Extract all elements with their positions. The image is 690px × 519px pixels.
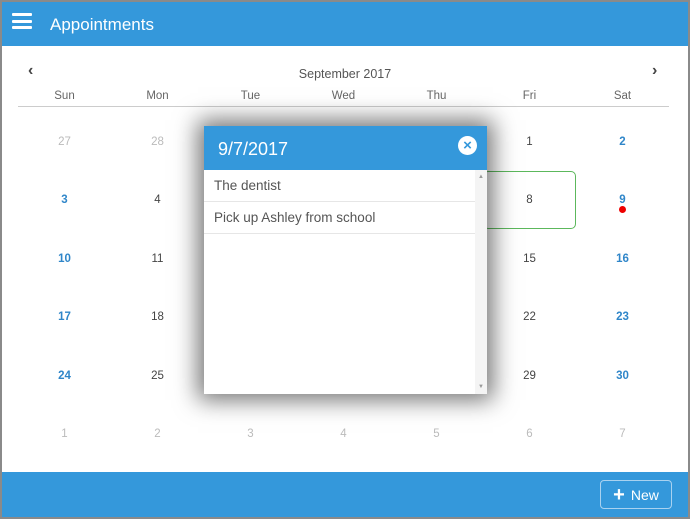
hamburger-icon[interactable] [12,13,32,29]
day-number: 15 [523,252,536,265]
weekday-header: Tue [240,90,261,102]
day-number: 4 [340,428,347,440]
app-window: Appointments ‹ › September 2017 Sun Mon Tu… [2,2,688,517]
day-cell[interactable]: 22 [483,288,576,346]
app-footer: + New [2,472,688,517]
app-header: Appointments [2,2,688,46]
day-number: 8 [526,194,533,207]
day-number: 2 [619,136,626,148]
day-cell[interactable]: 25 [111,347,204,405]
day-cell[interactable]: 16 [576,230,669,288]
day-cell[interactable]: 29 [483,347,576,405]
divider [18,106,669,107]
day-cell[interactable]: 30 [576,347,669,405]
day-cell[interactable]: 5 [390,405,483,463]
new-button[interactable]: + New [600,480,672,509]
month-label: September 2017 [298,67,392,81]
day-number: 2 [154,428,161,440]
day-cell[interactable]: 18 [111,288,204,346]
day-cell[interactable]: 15 [483,230,576,288]
day-cell[interactable]: 2 [576,113,669,171]
day-cell[interactable]: 9 [576,171,669,229]
day-cell[interactable]: 4 [111,171,204,229]
day-number: 1 [61,428,68,440]
appointment-item[interactable]: Pick up Ashley from school [204,202,475,234]
weekday-header: Fri [522,90,537,102]
scrollbar[interactable]: ▲ ▼ [475,170,487,394]
day-cell[interactable]: 1 [18,405,111,463]
weekday-header: Sat [613,90,632,102]
appointment-item[interactable]: The dentist [204,170,475,202]
day-cell[interactable]: 8 [483,171,576,230]
day-number: 17 [58,311,71,324]
day-number: 1 [526,136,533,148]
day-number: 28 [151,136,164,148]
weekday-header: Wed [331,90,356,102]
day-number: 5 [433,428,440,440]
day-cell[interactable]: 7 [576,405,669,463]
day-cell[interactable]: 2 [111,405,204,463]
day-number: 25 [151,369,164,382]
page-title: Appointments [50,15,154,34]
day-number: 30 [616,369,629,382]
day-cell[interactable]: 6 [483,405,576,463]
day-number: 4 [154,194,161,207]
weekday-header: Mon [146,90,169,102]
day-cell[interactable]: 17 [18,288,111,346]
day-number: 23 [616,311,629,324]
popup-title: 9/7/2017 [218,139,289,159]
day-number: 16 [616,252,629,265]
event-dot [619,206,626,214]
day-cell[interactable]: 11 [111,230,204,288]
day-popup: 9/7/2017 × The dentist Pick up Ashley fro… [204,126,487,394]
day-number: 3 [61,194,68,207]
popup-header: 9/7/2017 × [204,126,487,170]
day-cell[interactable]: 3 [18,171,111,229]
day-number: 18 [151,311,164,324]
day-cell[interactable]: 28 [111,113,204,171]
day-number: 3 [247,428,254,440]
day-number: 22 [523,311,536,324]
day-cell[interactable]: 23 [576,288,669,346]
day-cell[interactable]: 24 [18,347,111,405]
weekday-header: Thu [426,90,447,102]
day-number: 7 [619,428,626,440]
day-number: 9 [619,194,626,207]
day-cell[interactable]: 1 [483,113,576,171]
day-cell[interactable]: 10 [18,230,111,288]
weekday-header: Sun [54,90,75,102]
day-number: 29 [523,369,536,382]
close-icon[interactable]: × [458,136,477,155]
day-number: 11 [151,252,164,265]
new-button-label: New [630,486,659,503]
plus-icon: + [613,483,625,506]
day-cell[interactable]: 27 [18,113,111,171]
day-number: 6 [526,428,533,440]
day-cell[interactable]: 4 [297,405,390,463]
day-number: 24 [58,369,71,382]
day-number: 27 [58,136,71,148]
day-cell[interactable]: 3 [204,405,297,463]
day-number: 10 [58,252,71,265]
